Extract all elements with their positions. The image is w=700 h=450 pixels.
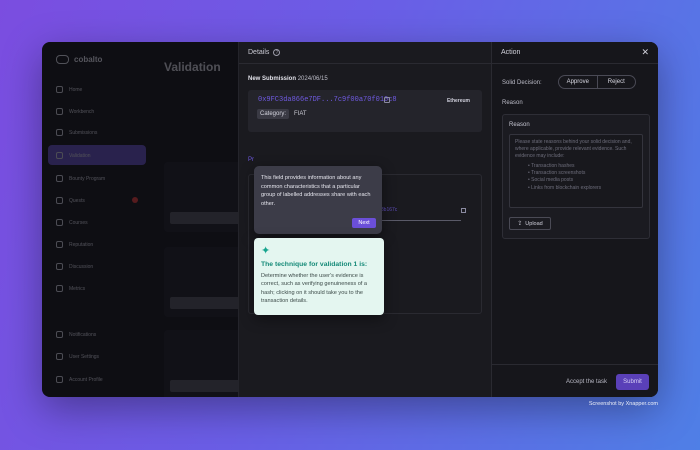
submission-date: 2024/06/15 — [297, 76, 328, 82]
sidebar-item-courses[interactable]: Courses — [56, 219, 88, 226]
sidebar-item-label: Discussion — [69, 263, 94, 270]
sidebar-item-label: Validation — [69, 152, 91, 159]
sparkle-icon: ✦ — [261, 245, 271, 257]
details-title: Details — [248, 49, 270, 56]
sidebar-item-profile[interactable]: Account Profile — [56, 376, 103, 383]
category-label: Category: — [257, 109, 290, 119]
sidebar-item-label: Submissions — [69, 129, 98, 136]
copy-icon[interactable] — [384, 97, 390, 103]
sidebar-item-label: Reputation — [69, 241, 94, 248]
evidence-list: • Transaction hashes • Transaction scree… — [528, 163, 601, 192]
hint-title: The technique for validation 1 is: — [261, 261, 368, 268]
close-icon[interactable]: ✕ — [641, 47, 649, 58]
sidebar-item-notifications[interactable]: Notifications — [56, 331, 96, 338]
sidebar: cobalto Home Workbench Submissions Valid… — [42, 42, 149, 397]
sidebar-item-label: Metrics — [69, 285, 86, 292]
sidebar-item-label: Bounty Program — [69, 175, 106, 182]
home-icon — [56, 86, 63, 93]
sidebar-item-submissions[interactable]: Submissions — [56, 129, 97, 136]
sidebar-item-reputation[interactable]: Reputation — [56, 241, 93, 248]
evidence-list-item: • Links from blockchain explorers — [528, 184, 602, 191]
action-header: Action ✕ — [492, 42, 658, 64]
details-header: Details ? — [239, 42, 491, 64]
copy-icon[interactable] — [461, 208, 466, 213]
book-icon — [56, 219, 63, 226]
sidebar-item-label: Home — [69, 86, 83, 93]
tooltip-text: This field provides information about an… — [261, 175, 371, 207]
chain-badge: Ethereum — [446, 98, 470, 104]
reason-box: Reason Please state reasons behind your … — [502, 114, 650, 239]
avatar-icon — [56, 376, 63, 383]
upload-button[interactable]: ⇪ Upload — [509, 217, 551, 230]
reject-button[interactable]: Reject — [596, 76, 636, 88]
sidebar-item-workbench[interactable]: Workbench — [56, 108, 94, 115]
hash-card: 0x9FC3da866e7DF...7c9f00a70f010c8 Ethere… — [248, 90, 482, 132]
evidence-list-item: • Transaction hashes — [528, 163, 575, 169]
sidebar-item-home[interactable]: Home — [56, 86, 82, 93]
evidence-list-item: • Transaction screenshots — [528, 170, 586, 177]
sidebar-item-label: Quests — [69, 197, 85, 204]
sidebar-item-label: Notifications — [69, 331, 97, 338]
logo-text: cobalto — [74, 55, 103, 64]
reason-section-title: Reason — [502, 100, 523, 106]
logo-icon — [56, 55, 69, 64]
sidebar-item-metrics[interactable]: Metrics — [56, 285, 85, 292]
action-panel: Action ✕ Solid Decision: Approve Reject … — [491, 42, 658, 397]
reason-textarea[interactable]: Please state reasons behind your solid d… — [509, 134, 643, 208]
upload-icon: ⇪ — [517, 221, 523, 227]
submission-info: New Submission 2024/06/15 — [248, 76, 328, 82]
screenshot-credit: Screenshot by Xnapper.com — [588, 401, 658, 407]
sidebar-item-settings[interactable]: User Settings — [56, 353, 99, 360]
chart-icon — [56, 285, 63, 292]
tab-proof[interactable]: Pr — [248, 157, 254, 163]
reason-placeholder: Please state reasons behind your solid d… — [515, 139, 632, 160]
page-title: Validation — [164, 60, 221, 74]
sidebar-item-label: Workbench — [69, 108, 95, 115]
evidence-list-item: • Social media posts — [528, 177, 574, 184]
next-button[interactable]: Next — [352, 218, 376, 228]
bell-icon — [56, 331, 63, 338]
submit-button[interactable]: Submit — [616, 374, 649, 390]
solid-decision-label: Solid Decision: — [502, 80, 542, 86]
hint-text: Determine whether the user's evidence is… — [261, 273, 368, 305]
folder-icon — [56, 129, 63, 136]
validation-hint-card: ✦ The technique for validation 1 is: Det… — [254, 238, 384, 315]
action-title: Action — [501, 49, 521, 56]
sidebar-item-label: Courses — [69, 219, 88, 226]
reason-label: Reason — [509, 122, 530, 128]
app-window: cobalto Home Workbench Submissions Valid… — [42, 42, 658, 397]
sidebar-item-quests[interactable]: Quests — [56, 197, 85, 204]
submission-label: New Submission — [248, 76, 297, 82]
upload-label: Upload — [525, 220, 543, 227]
gift-icon — [56, 175, 63, 182]
divider — [492, 364, 658, 365]
check-icon — [56, 152, 63, 159]
sidebar-item-label: User Settings — [69, 353, 100, 360]
sidebar-item-discussion[interactable]: Discussion — [56, 263, 93, 270]
sidebar-item-label: Account Profile — [69, 376, 103, 383]
sidebar-item-validation[interactable]: Validation — [56, 152, 91, 159]
flag-icon — [56, 197, 63, 204]
chat-icon — [56, 263, 63, 270]
gear-icon — [56, 353, 63, 360]
logo: cobalto — [56, 55, 102, 64]
send-icon — [56, 108, 63, 115]
trophy-icon — [56, 241, 63, 248]
decision-toggle: Approve Reject — [558, 75, 636, 89]
category-value: FIAT — [294, 111, 307, 117]
onboarding-tooltip: This field provides information about an… — [254, 166, 382, 234]
submission-hash-link[interactable]: 0x9FC3da866e7DF...7c9f00a70f010c8 — [258, 96, 397, 104]
approve-button[interactable]: Approve — [559, 76, 597, 88]
help-icon[interactable]: ? — [273, 49, 281, 56]
accept-task-link[interactable]: Accept the task — [566, 379, 607, 385]
sidebar-item-bounty[interactable]: Bounty Program — [56, 175, 105, 182]
notification-badge — [132, 197, 138, 203]
